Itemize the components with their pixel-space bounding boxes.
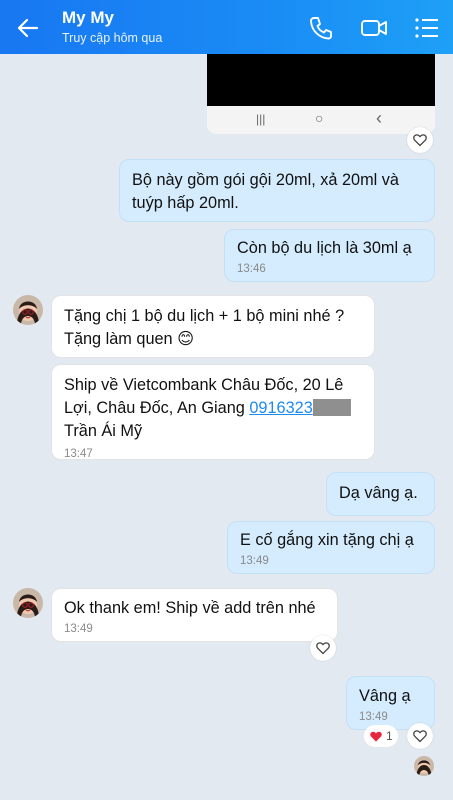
message-text: Ok thank em! Ship về add trên nhé (64, 599, 316, 617)
reaction-count: 1 (386, 729, 393, 743)
message-bubble-outgoing[interactable]: Còn bộ du lịch là 30ml ạ 13:46 (224, 229, 435, 282)
menu-icon (415, 18, 438, 38)
heart-outline-icon (316, 642, 330, 655)
back-button[interactable] (14, 14, 42, 42)
message-text: Dạ vâng ạ. (339, 484, 418, 502)
avatar-image (414, 756, 434, 776)
redacted-block (312, 399, 351, 416)
message-text: Trần Ái Mỹ (64, 422, 143, 440)
message-text: Bộ này gồm gói gội 20ml, xả 20ml và tuýp… (132, 171, 399, 212)
message-text: Còn bộ du lịch là 30ml ạ (237, 239, 412, 257)
message-time: 13:47 (64, 448, 93, 460)
menu-button[interactable] (413, 14, 441, 42)
avatar-image (13, 295, 43, 325)
message-bubble-outgoing[interactable]: E cố gắng xin tặng chị ạ 13:49 (227, 521, 435, 574)
chat-header: My My Truy cập hôm qua (0, 0, 453, 54)
message-bubble-outgoing[interactable]: Bộ này gồm gói gội 20ml, xả 20ml và tuýp… (119, 159, 435, 222)
message-time: 13:49 (359, 711, 388, 723)
message-text: E cố gắng xin tặng chị ạ (240, 531, 414, 549)
image-content (207, 54, 435, 106)
seen-avatar (414, 756, 434, 776)
phone-number-link[interactable]: 0916323 (249, 399, 312, 417)
last-seen-status: Truy cập hôm qua (62, 31, 163, 45)
home-icon: ○ (315, 110, 324, 126)
video-call-button[interactable] (360, 14, 388, 42)
video-call-icon (361, 20, 387, 36)
message-time: 13:49 (64, 623, 93, 635)
message-bubble-outgoing[interactable]: Vâng ạ 13:49 (346, 676, 435, 730)
contact-avatar[interactable] (13, 295, 43, 325)
message-bubble-incoming[interactable]: Ok thank em! Ship về add trên nhé 13:49 (51, 588, 338, 642)
back-nav-icon: ‹ (376, 108, 382, 128)
heart-icon (370, 731, 382, 742)
reaction-summary[interactable]: 1 (364, 725, 398, 747)
avatar-image (13, 588, 43, 618)
react-button[interactable] (310, 635, 336, 661)
message-text: Vâng ạ (359, 687, 411, 705)
message-time: 13:49 (240, 555, 269, 567)
react-button[interactable] (407, 127, 433, 153)
message-bubble-incoming[interactable]: Ship về Vietcombank Châu Đốc, 20 Lê Lợi,… (51, 364, 375, 460)
phone-icon (310, 17, 332, 40)
call-button[interactable] (307, 14, 335, 42)
message-bubble-outgoing[interactable]: Dạ vâng ạ. (326, 472, 435, 516)
heart-outline-icon (413, 730, 427, 743)
message-bubble-incoming[interactable]: Tặng chị 1 bộ du lịch + 1 bộ mini nhé ? … (51, 295, 375, 358)
back-arrow-icon (17, 18, 39, 38)
message-text: Tặng chị 1 bộ du lịch + 1 bộ mini nhé ? … (64, 307, 345, 348)
message-time: 13:46 (237, 263, 266, 275)
contact-name[interactable]: My My (62, 8, 114, 28)
react-button[interactable] (407, 723, 433, 749)
image-message[interactable]: ||| ○ ‹ (207, 54, 435, 134)
recent-apps-icon: ||| (256, 112, 266, 126)
heart-outline-icon (413, 134, 427, 147)
image-navbar: ||| ○ ‹ (207, 106, 435, 134)
contact-avatar[interactable] (13, 588, 43, 618)
